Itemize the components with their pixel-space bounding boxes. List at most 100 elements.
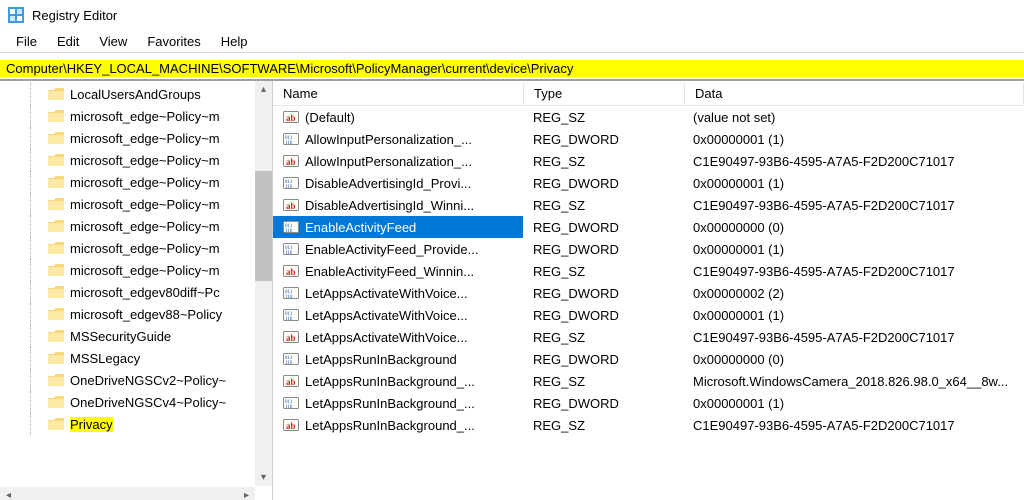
value-data: 0x00000001 (1) [683,173,1024,194]
tree-hscrollbar[interactable]: ◂ ▸ [0,487,255,500]
folder-icon [48,88,64,101]
scroll-left-icon[interactable]: ◂ [0,487,17,500]
value-row[interactable]: abEnableActivityFeed_Winnin...REG_SZC1E9… [273,260,1024,282]
folder-icon [48,396,64,409]
value-data: 0x00000001 (1) [683,239,1024,260]
reg-sz-icon: ab [283,153,299,169]
value-data: C1E90497-93B6-4595-A7A5-F2D200C71017 [683,261,1024,282]
reg-sz-icon: ab [283,109,299,125]
svg-text:ab: ab [286,201,296,211]
tree-item[interactable]: MSSecurityGuide [0,325,272,347]
tree-item[interactable]: OneDriveNGSCv4~Policy~ [0,391,272,413]
value-name: LetAppsActivateWithVoice... [305,308,468,323]
svg-text:110: 110 [285,185,293,190]
value-row[interactable]: 011110AllowInputPersonalization_...REG_D… [273,128,1024,150]
svg-text:110: 110 [285,317,293,322]
folder-icon [48,330,64,343]
tree-item-label: MSSecurityGuide [70,329,171,344]
address-bar[interactable]: Computer\HKEY_LOCAL_MACHINE\SOFTWARE\Mic… [0,56,1024,80]
value-name: (Default) [305,110,355,125]
reg-sz-icon: ab [283,197,299,213]
value-row[interactable]: 011110DisableAdvertisingId_Provi...REG_D… [273,172,1024,194]
scroll-right-icon[interactable]: ▸ [238,487,255,500]
svg-text:ab: ab [286,377,296,387]
tree-item-label: microsoft_edge~Policy~m [70,219,220,234]
value-type: REG_SZ [523,261,683,282]
value-data: C1E90497-93B6-4595-A7A5-F2D200C71017 [683,415,1024,436]
value-type: REG_SZ [523,415,683,436]
scroll-thumb[interactable] [255,171,272,281]
svg-text:110: 110 [285,295,293,300]
folder-icon [48,132,64,145]
value-data: 0x00000001 (1) [683,129,1024,150]
value-type: REG_SZ [523,195,683,216]
value-row[interactable]: abLetAppsRunInBackground_...REG_SZMicros… [273,370,1024,392]
folder-icon [48,198,64,211]
folder-icon [48,154,64,167]
value-data: C1E90497-93B6-4595-A7A5-F2D200C71017 [683,195,1024,216]
value-row[interactable]: 011110LetAppsActivateWithVoice...REG_DWO… [273,304,1024,326]
scroll-down-icon[interactable]: ▾ [255,469,272,486]
value-data: (value not set) [683,107,1024,128]
reg-dword-icon: 011110 [283,131,299,147]
menubar: File Edit View Favorites Help [0,30,1024,53]
reg-dword-icon: 011110 [283,285,299,301]
tree-item[interactable]: microsoft_edge~Policy~m [0,149,272,171]
menu-help[interactable]: Help [211,32,258,51]
tree-item[interactable]: microsoft_edgev88~Policy [0,303,272,325]
value-data: C1E90497-93B6-4595-A7A5-F2D200C71017 [683,151,1024,172]
tree-item[interactable]: microsoft_edge~Policy~m [0,237,272,259]
tree-vscrollbar[interactable]: ▴ ▾ [255,81,272,486]
tree-item[interactable]: microsoft_edge~Policy~m [0,171,272,193]
menu-file[interactable]: File [6,32,47,51]
window-title: Registry Editor [32,8,117,23]
tree-item[interactable]: microsoft_edgev80diff~Pc [0,281,272,303]
scroll-up-icon[interactable]: ▴ [255,81,272,98]
value-row[interactable]: 011110EnableActivityFeed_Provide...REG_D… [273,238,1024,260]
value-row[interactable]: ab(Default)REG_SZ(value not set) [273,106,1024,128]
folder-icon [48,286,64,299]
value-row[interactable]: 011110EnableActivityFeedREG_DWORD0x00000… [273,216,1024,238]
value-type: REG_DWORD [523,217,683,238]
reg-sz-icon: ab [283,263,299,279]
menu-favorites[interactable]: Favorites [137,32,210,51]
tree-item[interactable]: Privacy [0,413,272,435]
value-row[interactable]: ab DisableAdvertisingId_Winni... REG_SZC1E… [273,194,1024,216]
svg-text:110: 110 [285,405,293,410]
value-row[interactable]: abLetAppsRunInBackground_...REG_SZC1E904… [273,414,1024,436]
reg-dword-icon: 011110 [283,241,299,257]
value-row[interactable]: abLetAppsActivateWithVoice...REG_SZC1E90… [273,326,1024,348]
tree-item[interactable]: microsoft_edge~Policy~m [0,215,272,237]
value-type: REG_DWORD [523,129,683,150]
value-row[interactable]: 011110LetAppsRunInBackgroundREG_DWORD0x0… [273,348,1024,370]
reg-sz-icon: ab [283,373,299,389]
menu-view[interactable]: View [89,32,137,51]
value-name: LetAppsRunInBackground_... [305,418,475,433]
svg-text:110: 110 [285,229,293,234]
value-name: LetAppsRunInBackground_... [305,374,475,389]
column-data[interactable]: Data [685,83,1024,104]
address-path[interactable]: Computer\HKEY_LOCAL_MACHINE\SOFTWARE\Mic… [0,60,1024,77]
tree-item-label: OneDriveNGSCv2~Policy~ [70,373,226,388]
tree-item-label: microsoft_edge~Policy~m [70,263,220,278]
menu-edit[interactable]: Edit [47,32,89,51]
tree-item[interactable]: LocalUsersAndGroups [0,83,272,105]
value-name: DisableAdvertisingId_Winni... [305,198,474,213]
tree-item[interactable]: microsoft_edge~Policy~m [0,193,272,215]
value-name: LetAppsActivateWithVoice... [305,286,468,301]
values-panel: Name Type Data ab (Default) REG_SZ (value n… [273,81,1024,500]
tree-item[interactable]: microsoft_edge~Policy~m [0,127,272,149]
tree-item[interactable]: OneDriveNGSCv2~Policy~ [0,369,272,391]
value-data: 0x00000001 (1) [683,393,1024,414]
value-data: Microsoft.WindowsCamera_2018.826.98.0_x6… [683,371,1024,392]
column-name[interactable]: Name [273,83,524,104]
tree-item[interactable]: microsoft_edge~Policy~m [0,105,272,127]
value-row[interactable]: abAllowInputPersonalization_...REG_SZC1E… [273,150,1024,172]
tree-item[interactable]: microsoft_edge~Policy~m [0,259,272,281]
value-row[interactable]: 011110LetAppsRunInBackground_...REG_DWOR… [273,392,1024,414]
folder-icon [48,374,64,387]
tree-item[interactable]: MSSLegacy [0,347,272,369]
column-type[interactable]: Type [524,83,685,104]
value-row[interactable]: 011110LetAppsActivateWithVoice...REG_DWO… [273,282,1024,304]
tree-item-label: microsoft_edge~Policy~m [70,175,220,190]
